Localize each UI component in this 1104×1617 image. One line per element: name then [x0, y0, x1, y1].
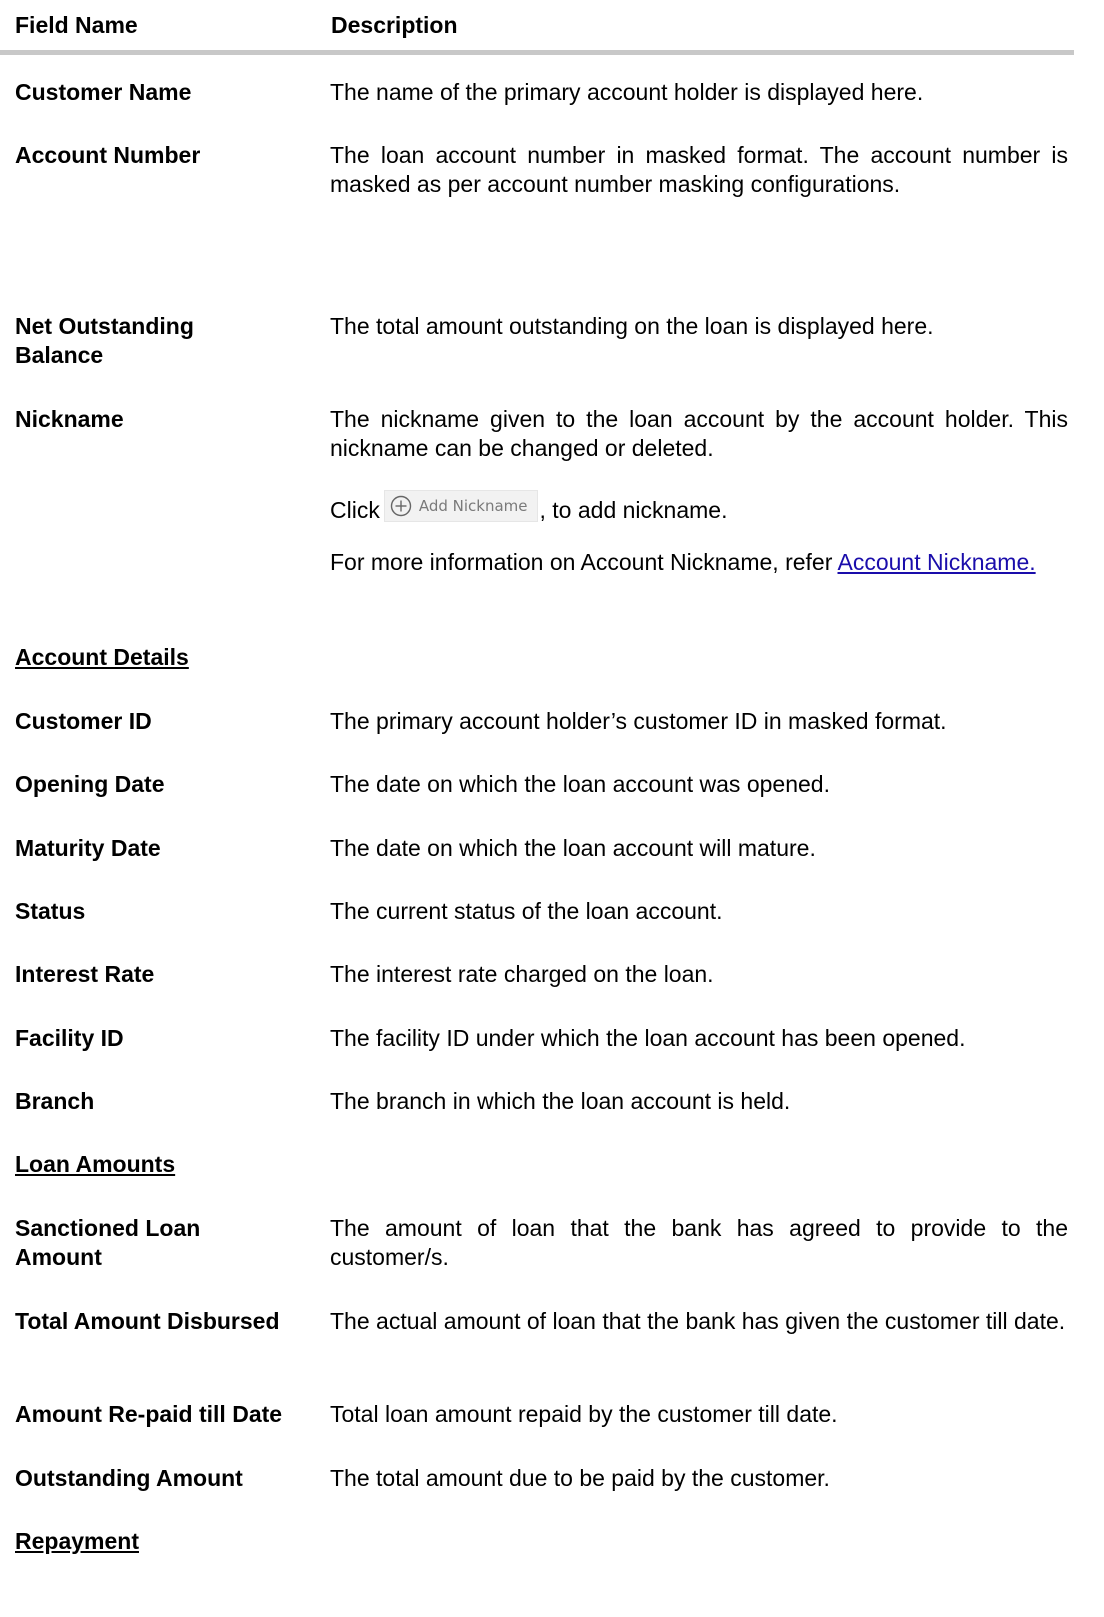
field-description: The facility ID under which the loan acc…	[330, 1025, 966, 1051]
field-name: Sanctioned Loan Amount	[15, 1215, 201, 1270]
header-field-name: Field Name	[15, 12, 138, 38]
field-name: Total Amount Disbursed	[15, 1308, 280, 1334]
field-description: The date on which the loan account will …	[330, 835, 816, 861]
field-name: Amount Re-paid till Date	[15, 1401, 283, 1427]
add-nickname-button[interactable]: Add Nickname	[383, 490, 538, 522]
more-info-text: For more information on Account Nickname…	[330, 549, 838, 575]
field-description: The loan account number in masked format…	[330, 142, 1068, 197]
plus-circle-icon	[390, 495, 412, 517]
nickname-click-instruction: Click Add Nickname , to add nickname.	[330, 490, 1068, 528]
field-name: Status	[15, 898, 86, 924]
field-name: Facility ID	[15, 1025, 124, 1051]
field-description: The primary account holder’s customer ID…	[330, 708, 947, 734]
field-name: Customer ID	[15, 708, 152, 734]
click-text: Click	[330, 497, 380, 524]
field-name: Net Outstanding Balance	[15, 313, 194, 368]
field-description: The total amount outstanding on the loan…	[330, 313, 934, 339]
field-name: Account Number	[15, 142, 201, 168]
document-page: Field Name Description Customer Name The…	[0, 0, 1104, 1617]
field-description: The actual amount of loan that the bank …	[330, 1308, 1066, 1334]
field-description: The name of the primary account holder i…	[330, 79, 924, 105]
field-description: The total amount due to be paid by the c…	[330, 1465, 830, 1491]
table-header: Field Name Description	[0, 0, 1074, 55]
nickname-more-info: For more information on Account Nickname…	[330, 548, 1068, 577]
field-name: Branch	[15, 1088, 95, 1114]
section-loan-amounts: Loan Amounts	[15, 1151, 176, 1177]
section-account-details: Account Details	[15, 644, 189, 670]
field-description: The interest rate charged on the loan.	[330, 961, 714, 987]
click-suffix-text: , to add nickname.	[539, 497, 728, 524]
section-repayment: Repayment	[15, 1528, 139, 1554]
header-description: Description	[331, 12, 458, 38]
field-name: Outstanding Amount	[15, 1465, 243, 1491]
field-description: Total loan amount repaid by the customer…	[330, 1401, 838, 1427]
field-name: Nickname	[15, 406, 124, 432]
field-name: Maturity Date	[15, 835, 161, 861]
field-name: Customer Name	[15, 79, 192, 105]
add-nickname-label: Add Nickname	[418, 496, 528, 515]
field-description: The date on which the loan account was o…	[330, 771, 830, 797]
field-description: The branch in which the loan account is …	[330, 1088, 791, 1114]
field-description: The current status of the loan account.	[330, 898, 723, 924]
field-description: The nickname given to the loan account b…	[330, 406, 1068, 461]
field-name: Interest Rate	[15, 961, 155, 987]
account-nickname-link[interactable]: Account Nickname.	[838, 549, 1036, 575]
field-name: Opening Date	[15, 771, 165, 797]
field-description: The amount of loan that the bank has agr…	[330, 1215, 1068, 1270]
